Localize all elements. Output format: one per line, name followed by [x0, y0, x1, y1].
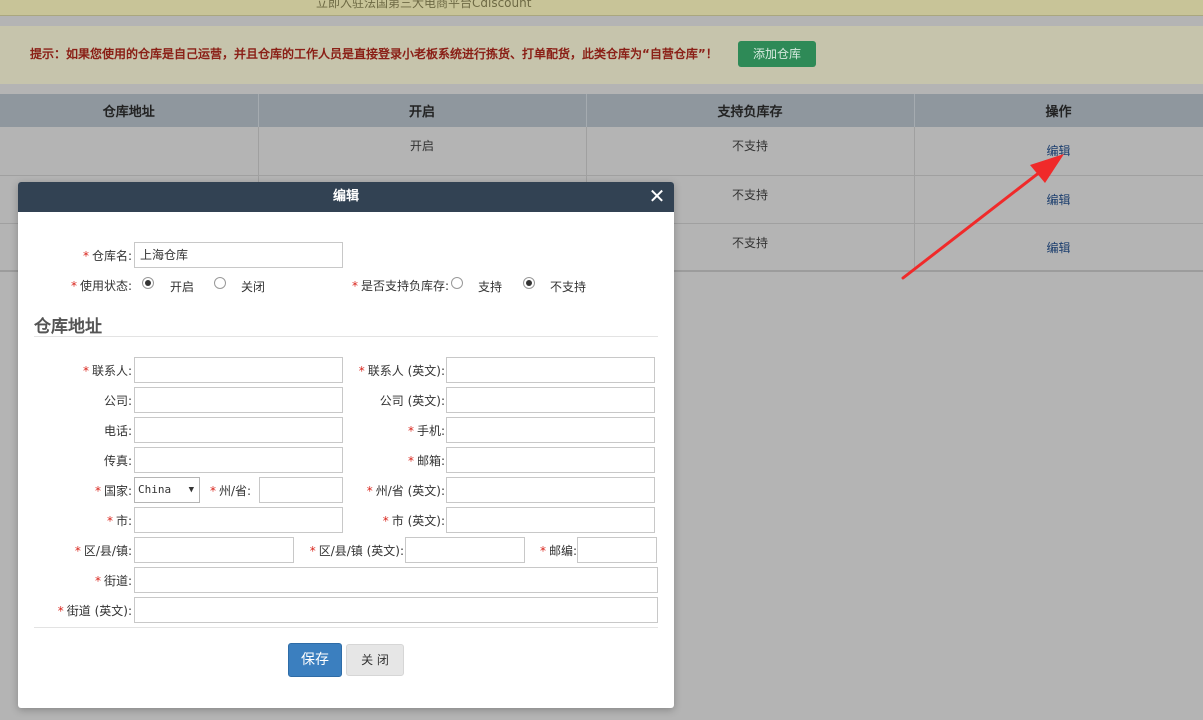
- country-select[interactable]: China ▼: [134, 477, 200, 503]
- negative-no-label: 不支持: [550, 280, 587, 294]
- close-button[interactable]: 关 闭: [346, 644, 404, 676]
- dialog-header: 编辑: [18, 182, 674, 212]
- province-input[interactable]: [259, 477, 343, 503]
- edit-warehouse-dialog: 编辑 ✕ * 仓库名: 上海仓库 * 使用状态: 开启 关闭 * 是否支持负库存: 支…: [18, 182, 674, 708]
- company-input[interactable]: [134, 387, 343, 413]
- city-input[interactable]: [134, 507, 343, 533]
- district-en-label: * 区/县/镇 (英文):: [309, 544, 404, 558]
- negative-yes-label: 支持: [478, 280, 503, 294]
- section-divider: [34, 336, 658, 337]
- company-label: 公司:: [103, 394, 132, 408]
- province-en-label: * 州/省 (英文):: [366, 484, 445, 498]
- zip-label: * 邮编:: [539, 544, 577, 558]
- fax-label: 传真:: [103, 454, 132, 468]
- zip-input[interactable]: [577, 537, 657, 563]
- status-off-label: 关闭: [241, 280, 266, 294]
- close-icon[interactable]: ✕: [646, 185, 668, 207]
- status-off-radio[interactable]: [214, 277, 226, 289]
- warehouse-name-input[interactable]: 上海仓库: [134, 242, 343, 268]
- city-en-label: * 市 (英文):: [382, 514, 445, 528]
- street-label: * 街道:: [94, 574, 132, 588]
- email-input[interactable]: [446, 447, 655, 473]
- district-label: * 区/县/镇:: [74, 544, 132, 558]
- mobile-input[interactable]: [446, 417, 655, 443]
- email-label: * 邮箱:: [407, 454, 445, 468]
- street-en-label: * 街道 (英文):: [57, 604, 132, 618]
- negative-no-radio[interactable]: [523, 277, 535, 289]
- street-input[interactable]: [134, 567, 658, 593]
- dialog-title: 编辑: [332, 189, 359, 204]
- footer-divider: [34, 627, 658, 628]
- city-en-input[interactable]: [446, 507, 655, 533]
- contact-en-input[interactable]: [446, 357, 655, 383]
- company-en-input[interactable]: [446, 387, 655, 413]
- country-label: * 国家:: [94, 484, 132, 498]
- company-en-label: 公司 (英文):: [379, 394, 445, 408]
- contact-en-label: * 联系人 (英文):: [358, 364, 445, 378]
- warehouse-name-label: * 仓库名:: [82, 249, 132, 263]
- phone-input[interactable]: [134, 417, 343, 443]
- country-value: China: [138, 483, 172, 496]
- save-button[interactable]: 保存: [288, 643, 342, 677]
- negative-stock-label: * 是否支持负库存:: [351, 279, 449, 293]
- fax-input[interactable]: [134, 447, 343, 473]
- city-label: * 市:: [106, 514, 132, 528]
- status-label: * 使用状态:: [70, 279, 132, 293]
- district-input[interactable]: [134, 537, 294, 563]
- negative-yes-radio[interactable]: [451, 277, 463, 289]
- status-on-label: 开启: [170, 280, 195, 294]
- district-en-input[interactable]: [405, 537, 525, 563]
- mobile-label: * 手机:: [407, 424, 445, 438]
- street-en-input[interactable]: [134, 597, 658, 623]
- status-on-radio[interactable]: [142, 277, 154, 289]
- phone-label: 电话:: [103, 424, 132, 438]
- province-en-input[interactable]: [446, 477, 655, 503]
- chevron-down-icon: ▼: [188, 485, 194, 495]
- contact-input[interactable]: [134, 357, 343, 383]
- province-label: * 州/省:: [210, 484, 252, 498]
- contact-label: * 联系人:: [82, 364, 132, 378]
- section-title: 仓库地址: [34, 317, 102, 337]
